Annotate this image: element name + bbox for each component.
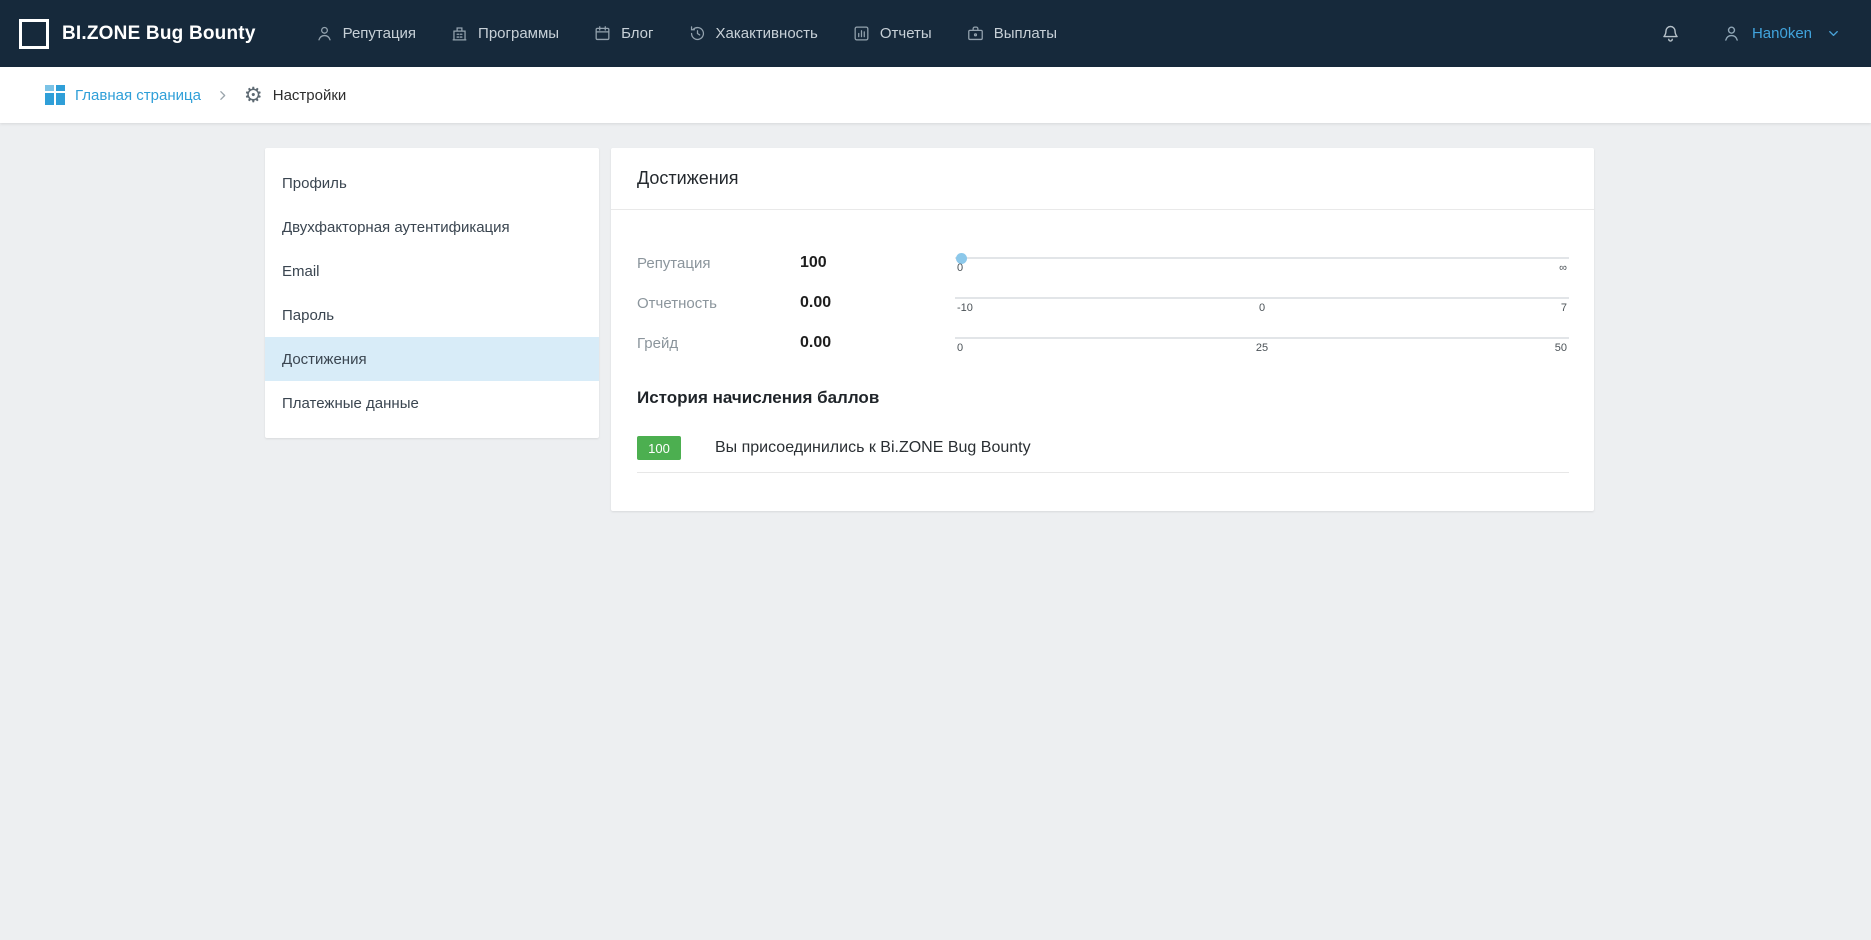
sidebar-item-achievements[interactable]: Достижения xyxy=(265,337,599,381)
settings-sidebar: Профиль Двухфакторная аутентификация Ema… xyxy=(265,148,599,438)
sidebar-item-label: Email xyxy=(282,263,320,280)
slider-track xyxy=(955,337,1569,339)
metric-label: Грейд xyxy=(637,335,800,352)
scale-max-label: 50 xyxy=(1555,342,1567,354)
slider-track xyxy=(955,297,1569,299)
reports-chart-icon xyxy=(852,24,871,43)
nav-item-programs[interactable]: Программы xyxy=(433,0,576,67)
notifications-bell-icon[interactable] xyxy=(1660,23,1681,44)
nav-item-label: Хакактивность xyxy=(716,25,818,42)
slider-scale: 0 ∞ xyxy=(955,262,1569,276)
metric-row-grade: Грейд 0.00 0 25 50 xyxy=(637,323,1569,363)
hacktivity-history-icon xyxy=(688,24,707,43)
sidebar-item-email[interactable]: Email xyxy=(265,249,599,293)
breadcrumb-current-label: Настройки xyxy=(273,87,347,104)
chevron-right-icon xyxy=(216,89,229,102)
achievements-panel: Достижения Репутация 100 0 ∞ Отчетность xyxy=(611,148,1594,511)
nav-item-reputation[interactable]: Репутация xyxy=(298,0,433,67)
gear-icon: ⚙ xyxy=(244,85,263,106)
sidebar-item-label: Достижения xyxy=(282,351,367,368)
nav-item-blog[interactable]: Блог xyxy=(576,0,670,67)
metric-row-reporting: Отчетность 0.00 -10 0 7 xyxy=(637,283,1569,323)
scale-max-label: 7 xyxy=(1561,302,1567,314)
reporting-scale-slider[interactable]: -10 0 7 xyxy=(955,289,1569,317)
bizone-logo-icon xyxy=(19,19,49,49)
header-right: Han0ken xyxy=(1660,23,1841,44)
slider-track xyxy=(955,257,1569,259)
nav-item-label: Блог xyxy=(621,25,653,42)
scale-min-label: 0 xyxy=(957,262,963,274)
scale-mid-label: 25 xyxy=(1256,342,1268,354)
slider-scale: 0 25 50 xyxy=(955,342,1569,356)
points-badge: 100 xyxy=(637,436,681,460)
app-header: BI.ZONE Bug Bounty Репутация Программы Б… xyxy=(0,0,1871,67)
username: Han0ken xyxy=(1752,25,1812,42)
reputation-scale-slider[interactable]: 0 ∞ xyxy=(955,249,1569,277)
user-avatar-icon xyxy=(1721,23,1742,44)
sidebar-item-label: Профиль xyxy=(282,175,347,192)
breadcrumb-current: ⚙ Настройки xyxy=(244,85,346,106)
nav-item-label: Выплаты xyxy=(994,25,1057,42)
sidebar-item-profile[interactable]: Профиль xyxy=(265,161,599,205)
home-grid-icon xyxy=(45,85,65,105)
nav-item-payouts[interactable]: Выплаты xyxy=(949,0,1074,67)
metrics-section: Репутация 100 0 ∞ Отчетность 0.00 xyxy=(611,210,1594,363)
history-title: История начисления баллов xyxy=(637,388,1569,408)
sidebar-item-label: Пароль xyxy=(282,307,334,324)
scale-max-label: ∞ xyxy=(1559,262,1567,274)
breadcrumb-home-link[interactable]: Главная страница xyxy=(45,85,201,105)
programs-icon xyxy=(450,24,469,43)
sidebar-item-label: Двухфакторная аутентификация xyxy=(282,219,510,236)
slider-scale: -10 0 7 xyxy=(955,302,1569,316)
logo[interactable]: BI.ZONE Bug Bounty xyxy=(19,19,256,49)
points-history-section: История начисления баллов 100 Вы присоед… xyxy=(611,363,1594,473)
nav-item-label: Программы xyxy=(478,25,559,42)
history-entry-text: Вы присоединились к Bi.ZONE Bug Bounty xyxy=(715,439,1031,457)
metric-row-reputation: Репутация 100 0 ∞ xyxy=(637,243,1569,283)
scale-min-label: -10 xyxy=(957,302,973,314)
panel-title: Достижения xyxy=(611,148,1594,210)
chevron-down-icon xyxy=(1826,26,1841,41)
sidebar-item-payment-details[interactable]: Платежные данные xyxy=(265,381,599,425)
nav-item-reports[interactable]: Отчеты xyxy=(835,0,949,67)
nav-item-label: Репутация xyxy=(343,25,416,42)
page-content: Профиль Двухфакторная аутентификация Ema… xyxy=(0,123,1871,940)
scale-mid-label: 0 xyxy=(1259,302,1265,314)
metric-label: Отчетность xyxy=(637,295,800,312)
metric-label: Репутация xyxy=(637,255,800,272)
history-entry: 100 Вы присоединились к Bi.ZONE Bug Boun… xyxy=(637,436,1569,473)
user-menu[interactable]: Han0ken xyxy=(1721,23,1841,44)
metric-value: 0.00 xyxy=(800,334,955,352)
blog-calendar-icon xyxy=(593,24,612,43)
sidebar-item-2fa[interactable]: Двухфакторная аутентификация xyxy=(265,205,599,249)
grade-scale-slider[interactable]: 0 25 50 xyxy=(955,329,1569,357)
reputation-icon xyxy=(315,24,334,43)
sidebar-item-password[interactable]: Пароль xyxy=(265,293,599,337)
payouts-briefcase-icon xyxy=(966,24,985,43)
nav-item-label: Отчеты xyxy=(880,25,932,42)
breadcrumb-home-label: Главная страница xyxy=(75,87,201,104)
metric-value: 0.00 xyxy=(800,294,955,312)
scale-min-label: 0 xyxy=(957,342,963,354)
sidebar-item-label: Платежные данные xyxy=(282,395,419,412)
nav-item-hacktivity[interactable]: Хакактивность xyxy=(671,0,835,67)
main-nav: Репутация Программы Блог Хакактивность О… xyxy=(298,0,1074,67)
logo-text: BI.ZONE Bug Bounty xyxy=(62,23,256,45)
breadcrumb: Главная страница ⚙ Настройки xyxy=(0,67,1871,123)
metric-value: 100 xyxy=(800,254,955,272)
